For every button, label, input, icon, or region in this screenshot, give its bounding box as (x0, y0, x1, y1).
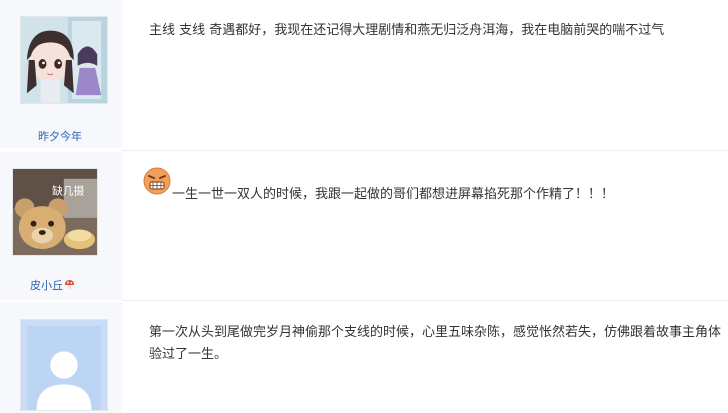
avatar-caption: 缺几摄 (52, 184, 84, 197)
mushroom-icon (64, 279, 75, 293)
anime-girl-avatar-icon (21, 17, 107, 103)
post-content: 主线 支线 奇遇都好，我现在还记得大理剧情和燕无归泛舟洱海，我在电脑前哭的喘不过… (149, 23, 665, 38)
user-avatar[interactable]: 缺几摄 (12, 168, 98, 256)
username-text: 皮小丘 (30, 279, 63, 292)
post-content: 第一次从头到尾做完岁月神偷那个支线的时候，心里五味杂陈，感觉怅然若失，仿佛跟着故… (149, 325, 722, 362)
user-avatar[interactable] (20, 319, 108, 411)
post-divider (122, 150, 728, 151)
post-3: 第一次从头到尾做完岁月神偷那个支线的时候，心里五味杂陈，感觉怅然若失，仿佛跟着故… (0, 302, 728, 413)
user-avatar[interactable] (20, 16, 108, 104)
default-user-avatar-icon (21, 320, 107, 410)
username[interactable]: 昨夕今年 (38, 128, 82, 144)
post-content: 一生一世一双人的时候，我跟一起做的哥们都想进屏幕掐死那个作精了！！！ (172, 187, 615, 202)
post-1: 昨夕今年 主线 支线 奇遇都好，我现在还记得大理剧情和燕无归泛舟洱海，我在电脑前… (0, 0, 728, 148)
post-2: 缺几摄 皮小丘 一生一世一双人的时候，我跟一起做的哥们都想进屏幕掐死那个作精了！… (0, 152, 728, 300)
post-divider (122, 300, 728, 301)
angry-face-emoji-icon (142, 166, 172, 196)
teddy-bear-avatar-icon: 缺几摄 (13, 169, 97, 255)
username[interactable]: 皮小丘 (30, 277, 75, 293)
